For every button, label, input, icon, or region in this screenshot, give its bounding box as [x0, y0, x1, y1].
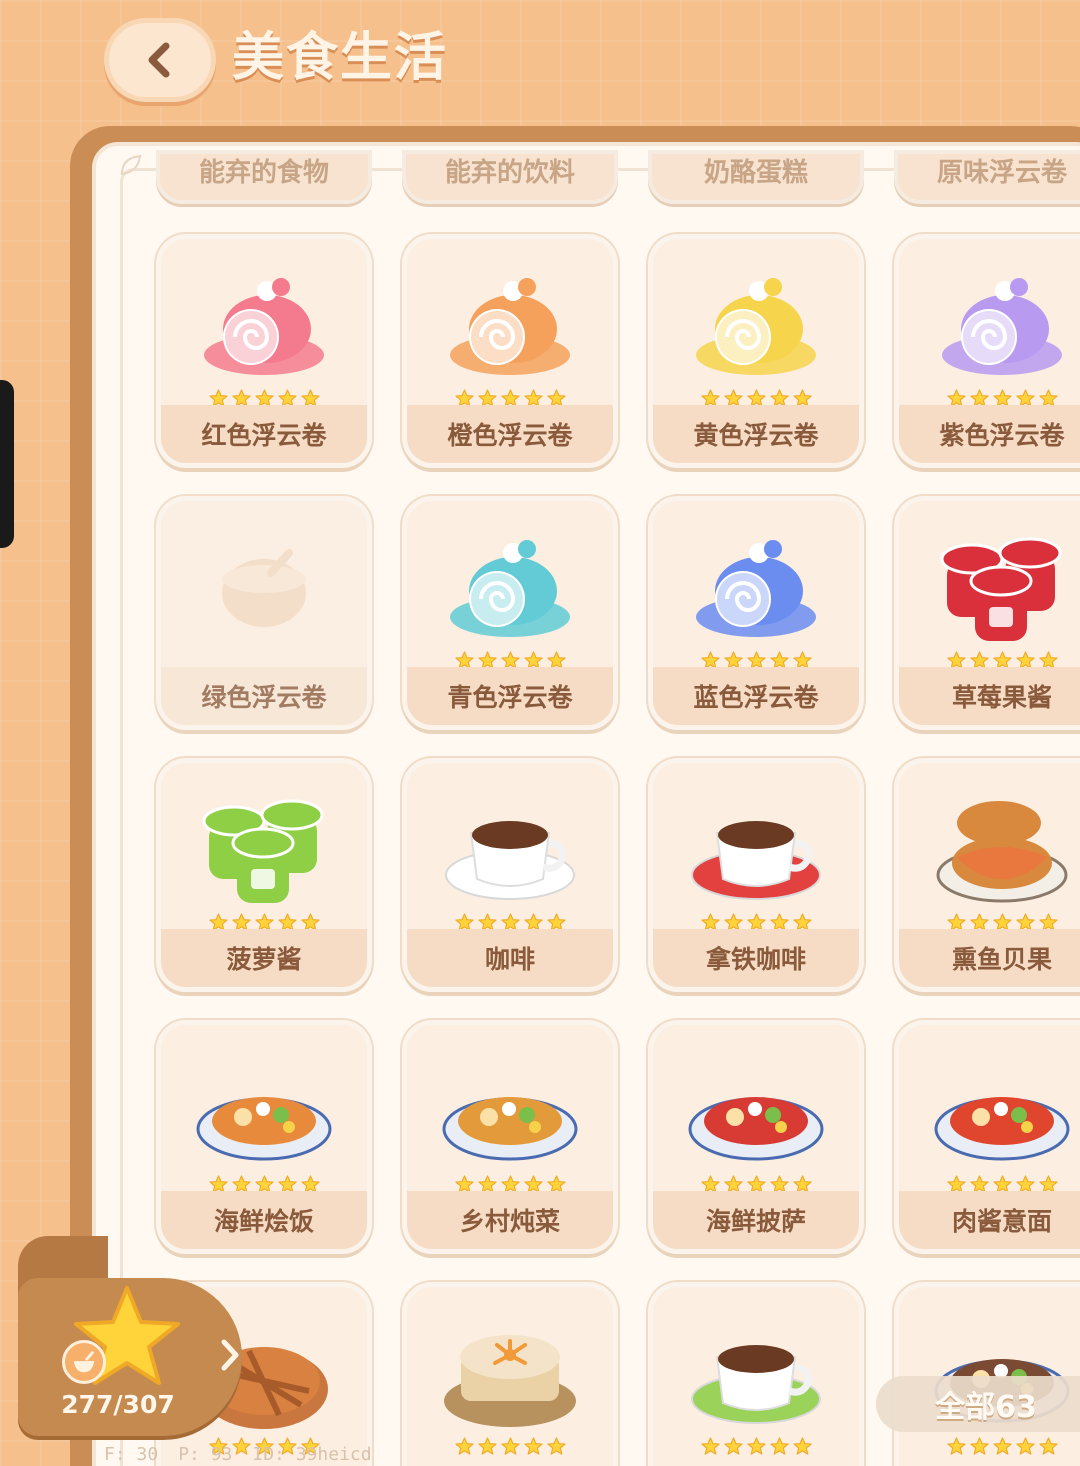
star-icon — [477, 1437, 497, 1455]
food-image — [407, 249, 613, 399]
star-icon — [1015, 1437, 1035, 1455]
food-name: 黄色浮云卷 — [653, 405, 859, 463]
prev-card[interactable]: 能弃的饮料 — [402, 150, 618, 204]
food-name: 熏鱼贝果 — [899, 929, 1080, 987]
food-card[interactable]: 拿铁咖啡 — [648, 758, 864, 992]
food-card[interactable]: 草莓果酱 — [894, 496, 1080, 730]
side-tab — [0, 380, 14, 548]
food-image — [899, 511, 1080, 661]
food-card[interactable]: 青色浮云卷 — [402, 496, 618, 730]
prev-card-label: 能弃的饮料 — [444, 158, 575, 188]
chevron-left-icon — [148, 42, 170, 78]
food-name: 绿色浮云卷 — [161, 667, 367, 725]
debug-id: ID: 39heicd — [252, 1444, 372, 1465]
food-image — [407, 1035, 613, 1185]
page-title: 美食生活 — [232, 28, 449, 88]
food-image — [161, 773, 367, 923]
food-card[interactable]: 黄色浮云卷 — [648, 234, 864, 468]
star-rating — [407, 1437, 613, 1459]
star-icon — [723, 1437, 743, 1455]
prev-card[interactable]: 奶酪蛋糕 — [648, 150, 864, 204]
food-name: 拿铁咖啡 — [653, 929, 859, 987]
debug-p: P: 93 — [178, 1444, 233, 1465]
prev-card-label: 奶酪蛋糕 — [703, 158, 808, 188]
food-card[interactable]: 蓝色浮云卷 — [648, 496, 864, 730]
food-card[interactable] — [648, 1282, 864, 1466]
food-image — [407, 511, 613, 661]
previous-row: 能弃的食物 能弃的饮料 奶酪蛋糕 原味浮云卷 — [0, 150, 1080, 206]
food-name: 草莓果酱 — [899, 667, 1080, 725]
food-card[interactable]: 乡村炖菜 — [402, 1020, 618, 1254]
food-name: 青色浮云卷 — [407, 667, 613, 725]
food-card[interactable]: 紫色浮云卷 — [894, 234, 1080, 468]
back-button[interactable] — [104, 18, 216, 102]
star-icon — [546, 1437, 566, 1455]
food-image — [653, 1297, 859, 1447]
food-image — [899, 1035, 1080, 1185]
star-icon — [969, 1437, 989, 1455]
food-image — [407, 773, 613, 923]
food-card[interactable]: 肉酱意面 — [894, 1020, 1080, 1254]
prev-card[interactable]: 原味浮云卷 — [894, 150, 1080, 204]
prev-card[interactable]: 能弃的食物 — [156, 150, 372, 204]
prev-card-label: 原味浮云卷 — [936, 158, 1067, 188]
food-name: 乡村炖菜 — [407, 1191, 613, 1249]
star-icon — [500, 1437, 520, 1455]
food-image — [161, 1035, 367, 1185]
food-image — [653, 1035, 859, 1185]
food-card[interactable]: 海鲜披萨 — [648, 1020, 864, 1254]
star-icon — [769, 1437, 789, 1455]
food-image — [899, 773, 1080, 923]
chevron-right-icon — [221, 1339, 239, 1371]
debug-info: F: 30 P: 93 ID: 39heicd — [104, 1444, 372, 1466]
all-count-badge[interactable]: 全部63 — [876, 1376, 1080, 1432]
star-icon — [454, 1437, 474, 1455]
food-image — [407, 1297, 613, 1447]
food-name: 橙色浮云卷 — [407, 405, 613, 463]
star-icon — [1038, 1437, 1058, 1455]
food-card[interactable] — [402, 1282, 618, 1466]
food-card[interactable]: 绿色浮云卷 — [156, 496, 372, 730]
food-card[interactable] — [894, 1282, 1080, 1466]
star-icon — [700, 1437, 720, 1455]
food-name: 海鲜披萨 — [653, 1191, 859, 1249]
food-image — [653, 511, 859, 661]
star-icon — [946, 1437, 966, 1455]
debug-f: F: 30 — [104, 1444, 159, 1465]
food-card[interactable]: 熏鱼贝果 — [894, 758, 1080, 992]
food-card[interactable]: 菠萝酱 — [156, 758, 372, 992]
food-card[interactable]: 咖啡 — [402, 758, 618, 992]
prev-card-label: 能弃的食物 — [198, 158, 329, 188]
progress-count: 277/307 — [61, 1390, 175, 1419]
food-card[interactable]: 海鲜烩饭 — [156, 1020, 372, 1254]
star-icon — [792, 1437, 812, 1455]
star-icon — [746, 1437, 766, 1455]
food-name: 红色浮云卷 — [161, 405, 367, 463]
food-image — [161, 249, 367, 399]
bowl-icon — [62, 1340, 106, 1384]
food-name: 蓝色浮云卷 — [653, 667, 859, 725]
star-icon — [992, 1437, 1012, 1455]
food-image — [899, 249, 1080, 399]
food-name: 海鲜烩饭 — [161, 1191, 367, 1249]
food-image — [653, 249, 859, 399]
food-name: 菠萝酱 — [161, 929, 367, 987]
star-icon — [523, 1437, 543, 1455]
food-name: 肉酱意面 — [899, 1191, 1080, 1249]
food-name: 紫色浮云卷 — [899, 405, 1080, 463]
star-rating — [653, 1437, 859, 1459]
food-card[interactable]: 红色浮云卷 — [156, 234, 372, 468]
food-name: 咖啡 — [407, 929, 613, 987]
food-card[interactable]: 橙色浮云卷 — [402, 234, 618, 468]
locked-bowl-icon — [161, 511, 367, 661]
star-rating — [899, 1437, 1080, 1459]
food-image — [653, 773, 859, 923]
collection-progress-button[interactable]: 277/307 — [18, 1278, 242, 1436]
